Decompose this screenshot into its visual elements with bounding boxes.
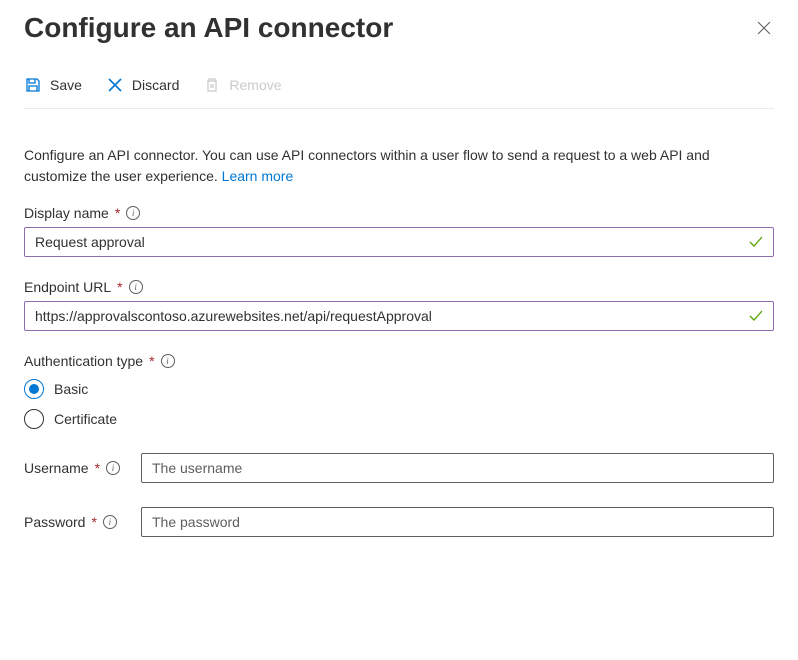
radio-selected-icon — [24, 379, 44, 399]
info-icon[interactable]: i — [103, 515, 117, 529]
page-title: Configure an API connector — [24, 12, 393, 44]
discard-icon — [106, 76, 124, 94]
auth-type-certificate-label: Certificate — [54, 411, 117, 427]
endpoint-url-label: Endpoint URL — [24, 279, 111, 295]
radio-unselected-icon — [24, 409, 44, 429]
auth-type-basic-label: Basic — [54, 381, 88, 397]
required-indicator: * — [115, 205, 120, 221]
auth-type-basic-radio[interactable]: Basic — [24, 379, 774, 399]
display-name-input[interactable] — [24, 227, 774, 257]
check-icon — [748, 308, 764, 324]
required-indicator: * — [95, 460, 100, 476]
save-button[interactable]: Save — [24, 72, 82, 98]
password-input[interactable] — [141, 507, 774, 537]
trash-icon — [203, 76, 221, 94]
auth-type-certificate-radio[interactable]: Certificate — [24, 409, 774, 429]
discard-button[interactable]: Discard — [106, 72, 179, 98]
password-label: Password — [24, 514, 85, 530]
required-indicator: * — [149, 353, 154, 369]
auth-type-label: Authentication type — [24, 353, 143, 369]
info-icon[interactable]: i — [129, 280, 143, 294]
check-icon — [748, 234, 764, 250]
display-name-label: Display name — [24, 205, 109, 221]
description-text: Configure an API connector. You can use … — [24, 145, 774, 187]
discard-label: Discard — [132, 77, 179, 93]
save-icon — [24, 76, 42, 94]
info-icon[interactable]: i — [161, 354, 175, 368]
learn-more-link[interactable]: Learn more — [222, 168, 294, 184]
username-input[interactable] — [141, 453, 774, 483]
remove-label: Remove — [229, 77, 281, 93]
endpoint-url-input[interactable] — [24, 301, 774, 331]
close-icon — [756, 20, 772, 36]
save-label: Save — [50, 77, 82, 93]
close-button[interactable] — [754, 18, 774, 38]
info-icon[interactable]: i — [106, 461, 120, 475]
info-icon[interactable]: i — [126, 206, 140, 220]
remove-button: Remove — [203, 72, 281, 98]
username-label: Username — [24, 460, 89, 476]
required-indicator: * — [91, 514, 96, 530]
required-indicator: * — [117, 279, 122, 295]
